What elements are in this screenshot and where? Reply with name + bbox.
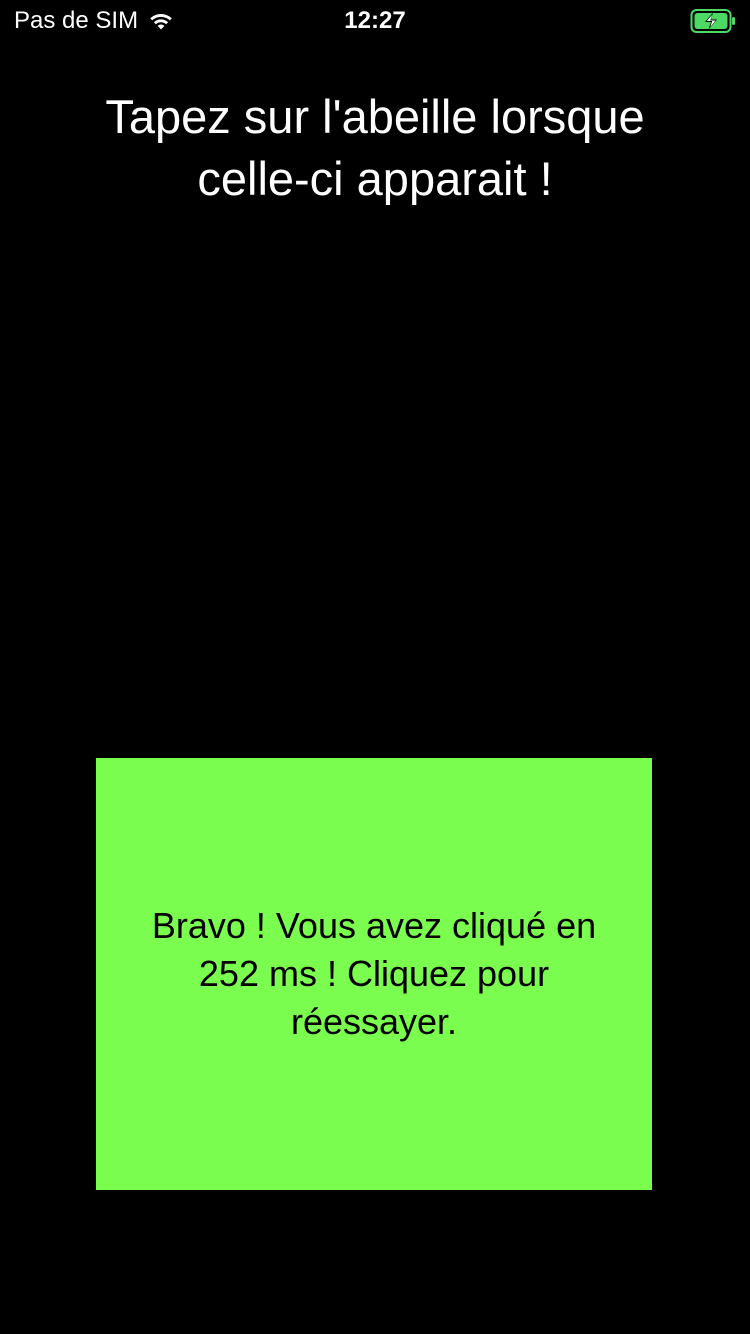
battery-charging-icon bbox=[690, 9, 735, 33]
status-bar: Pas de SIM 12:27 bbox=[0, 0, 750, 40]
battery-group bbox=[690, 8, 736, 34]
instruction-text: Tapez sur l'abeille lorsque celle-ci app… bbox=[40, 86, 710, 210]
status-time: 12:27 bbox=[344, 7, 406, 34]
instruction-line-2: celle-ci apparait ! bbox=[197, 152, 553, 205]
instruction-line-1: Tapez sur l'abeille lorsque bbox=[105, 90, 645, 143]
result-message: Bravo ! Vous avez cliqué en 252 ms ! Cli… bbox=[151, 905, 597, 1042]
retry-panel-button[interactable]: Bravo ! Vous avez cliqué en 252 ms ! Cli… bbox=[96, 758, 652, 1190]
